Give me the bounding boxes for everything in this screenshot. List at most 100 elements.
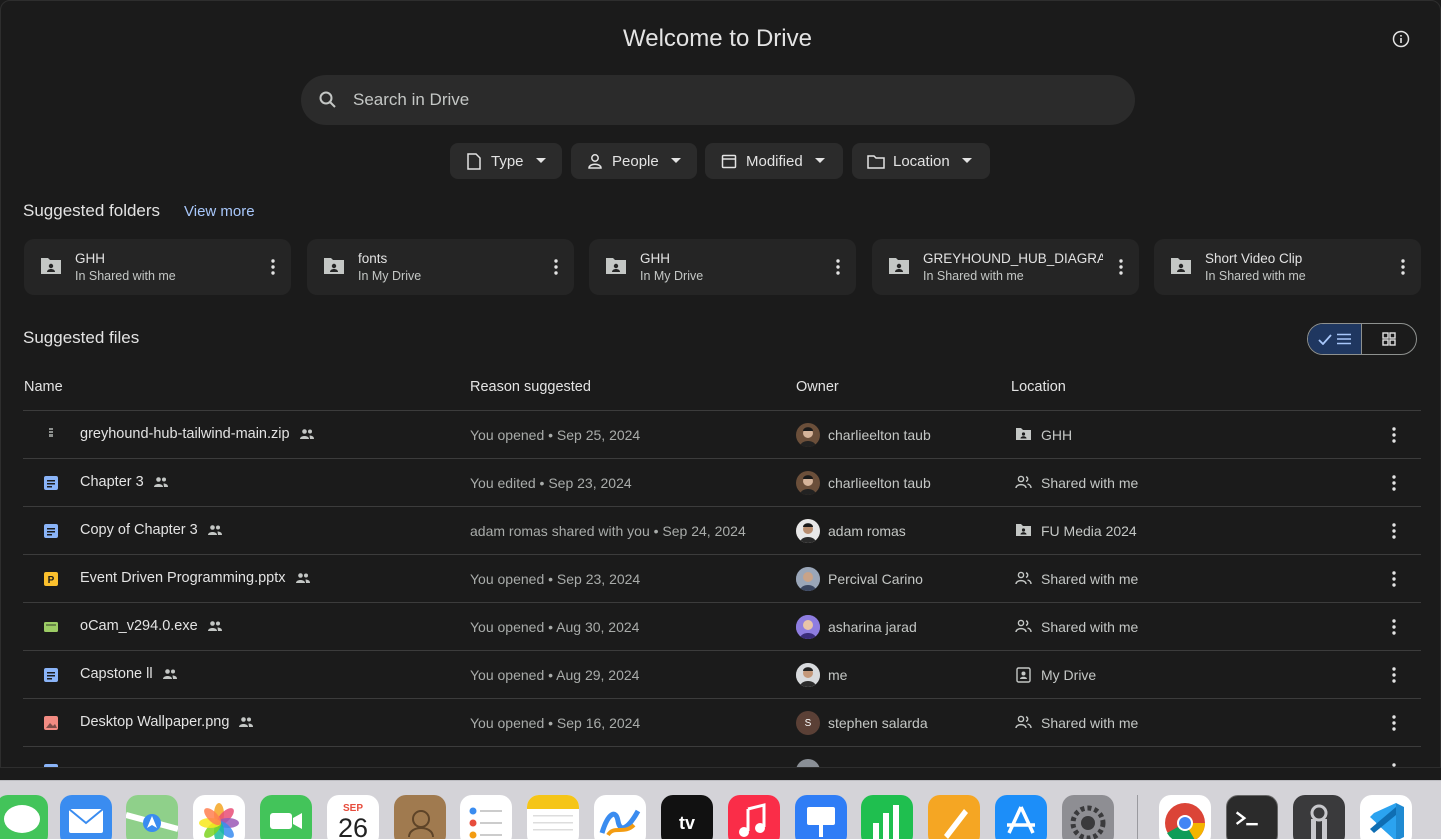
shared-folder-icon: [888, 257, 910, 277]
more-vert-icon[interactable]: [1386, 569, 1402, 589]
table-row[interactable]: Chapter 3 You edited • Sep 23, 2024 char…: [23, 459, 1421, 507]
file-location[interactable]: Shared with me: [1041, 571, 1138, 587]
file-location[interactable]: GHH: [1041, 427, 1072, 443]
more-vert-icon[interactable]: [1386, 713, 1402, 733]
more-vert-icon[interactable]: [1386, 617, 1402, 637]
reason-suggested: adam romas shared with you • Sep 24, 202…: [470, 523, 746, 539]
more-vert-icon[interactable]: [265, 257, 281, 277]
contacts-app-icon[interactable]: [394, 795, 446, 839]
file-name[interactable]: Copy of Chapter 3: [80, 522, 198, 538]
image-file-icon: [43, 715, 59, 731]
file-location[interactable]: My Drive: [1041, 667, 1096, 683]
folder-card[interactable]: GREYHOUND_HUB_DIAGRA... In Shared with m…: [872, 239, 1139, 295]
folder-icon: [867, 152, 885, 170]
more-vert-icon[interactable]: [830, 257, 846, 277]
shared-icon: [238, 716, 254, 728]
table-row-partial[interactable]: [23, 747, 1421, 767]
folder-card[interactable]: GHH In Shared with me: [24, 239, 291, 295]
folder-card[interactable]: fonts In My Drive: [307, 239, 574, 295]
owner-name: me: [828, 667, 848, 683]
search-bar[interactable]: [301, 75, 1135, 125]
file-name[interactable]: Chapter 3: [80, 474, 144, 490]
more-vert-icon[interactable]: [1113, 257, 1129, 277]
grid-view-button[interactable]: [1362, 324, 1416, 354]
reminders-app-icon[interactable]: [460, 795, 512, 839]
file-name[interactable]: Desktop Wallpaper.png: [80, 714, 229, 730]
table-row[interactable]: oCam_v294.0.exe You opened • Aug 30, 202…: [23, 603, 1421, 651]
file-location[interactable]: Shared with me: [1041, 475, 1138, 491]
filter-type-chip[interactable]: Type: [450, 143, 562, 179]
svg-text:tv: tv: [679, 813, 695, 833]
avatar: [796, 471, 820, 495]
photos-app-icon[interactable]: [193, 795, 245, 839]
search-input[interactable]: [353, 90, 1053, 110]
file-name[interactable]: greyhound-hub-tailwind-main.zip: [80, 426, 290, 442]
more-vert-icon[interactable]: [1386, 425, 1402, 445]
terminal-app-icon[interactable]: [1226, 795, 1278, 839]
keychain-app-icon[interactable]: [1293, 795, 1345, 839]
shared-icon: [162, 668, 178, 680]
table-row[interactable]: P Event Driven Programming.pptx You open…: [23, 555, 1421, 603]
search-icon[interactable]: [318, 90, 338, 110]
table-row[interactable]: Capstone ll You opened • Aug 29, 2024 me…: [23, 651, 1421, 699]
column-header-name[interactable]: Name: [24, 379, 63, 395]
owner-name: charlieelton taub: [828, 427, 931, 443]
file-icon: [465, 152, 483, 170]
file-location[interactable]: Shared with me: [1041, 619, 1138, 635]
keynote-app-icon[interactable]: [795, 795, 847, 839]
shared-folder-icon: [605, 257, 627, 277]
facetime-app-icon[interactable]: [260, 795, 312, 839]
file-location[interactable]: Shared with me: [1041, 715, 1138, 731]
more-vert-icon[interactable]: [1386, 473, 1402, 493]
chevron-down-icon: [535, 156, 546, 166]
avatar: [796, 663, 820, 687]
list-view-button[interactable]: [1308, 324, 1363, 354]
maps-app-icon[interactable]: [126, 795, 178, 839]
notes-app-icon[interactable]: [527, 795, 579, 839]
system-settings-icon[interactable]: [1062, 795, 1114, 839]
owner-name: Percival Carino: [828, 571, 923, 587]
vscode-app-icon[interactable]: [1360, 795, 1412, 839]
filter-modified-label: Modified: [746, 152, 803, 170]
doc-file-icon: [43, 667, 59, 683]
file-name[interactable]: oCam_v294.0.exe: [80, 618, 198, 634]
doc-file-icon: [43, 475, 59, 491]
folder-name: Short Video Clip: [1205, 251, 1303, 266]
messages-app-icon[interactable]: [0, 795, 48, 839]
pages-app-icon[interactable]: [928, 795, 980, 839]
chrome-app-icon[interactable]: [1159, 795, 1211, 839]
file-name[interactable]: Capstone ll: [80, 666, 153, 682]
more-vert-icon[interactable]: [1386, 665, 1402, 685]
more-vert-icon[interactable]: [1386, 521, 1402, 541]
more-vert-icon[interactable]: [548, 257, 564, 277]
slides-file-icon: P: [43, 571, 59, 587]
calendar-app-icon[interactable]: SEP 26: [327, 795, 379, 839]
freeform-app-icon[interactable]: [594, 795, 646, 839]
people-icon: [1015, 571, 1032, 587]
filter-modified-chip[interactable]: Modified: [705, 143, 843, 179]
more-vert-icon[interactable]: [1386, 761, 1402, 767]
reason-suggested: You opened • Sep 25, 2024: [470, 427, 641, 443]
folder-card[interactable]: GHH In My Drive: [589, 239, 856, 295]
more-vert-icon[interactable]: [1395, 257, 1411, 277]
view-more-link[interactable]: View more: [184, 203, 255, 220]
file-location[interactable]: FU Media 2024: [1041, 523, 1137, 539]
table-row[interactable]: Desktop Wallpaper.png You opened • Sep 1…: [23, 699, 1421, 747]
reason-suggested: You opened • Aug 30, 2024: [470, 619, 640, 635]
mail-app-icon[interactable]: [60, 795, 112, 839]
info-icon[interactable]: [1389, 27, 1413, 51]
folder-name: GHH: [75, 251, 105, 266]
music-app-icon[interactable]: [728, 795, 780, 839]
filter-location-chip[interactable]: Location: [852, 143, 990, 179]
file-name[interactable]: Event Driven Programming.pptx: [80, 570, 286, 586]
filter-people-chip[interactable]: People: [571, 143, 697, 179]
filter-people-label: People: [612, 152, 659, 170]
table-row[interactable]: greyhound-hub-tailwind-main.zip You open…: [23, 411, 1421, 459]
table-row[interactable]: Copy of Chapter 3 adam romas shared with…: [23, 507, 1421, 555]
folder-card[interactable]: Short Video Clip In Shared with me: [1154, 239, 1421, 295]
app-store-icon[interactable]: [995, 795, 1047, 839]
tv-app-icon[interactable]: tv: [661, 795, 713, 839]
column-header-owner: Owner: [796, 379, 839, 395]
person-icon: [586, 152, 604, 170]
numbers-app-icon[interactable]: [861, 795, 913, 839]
